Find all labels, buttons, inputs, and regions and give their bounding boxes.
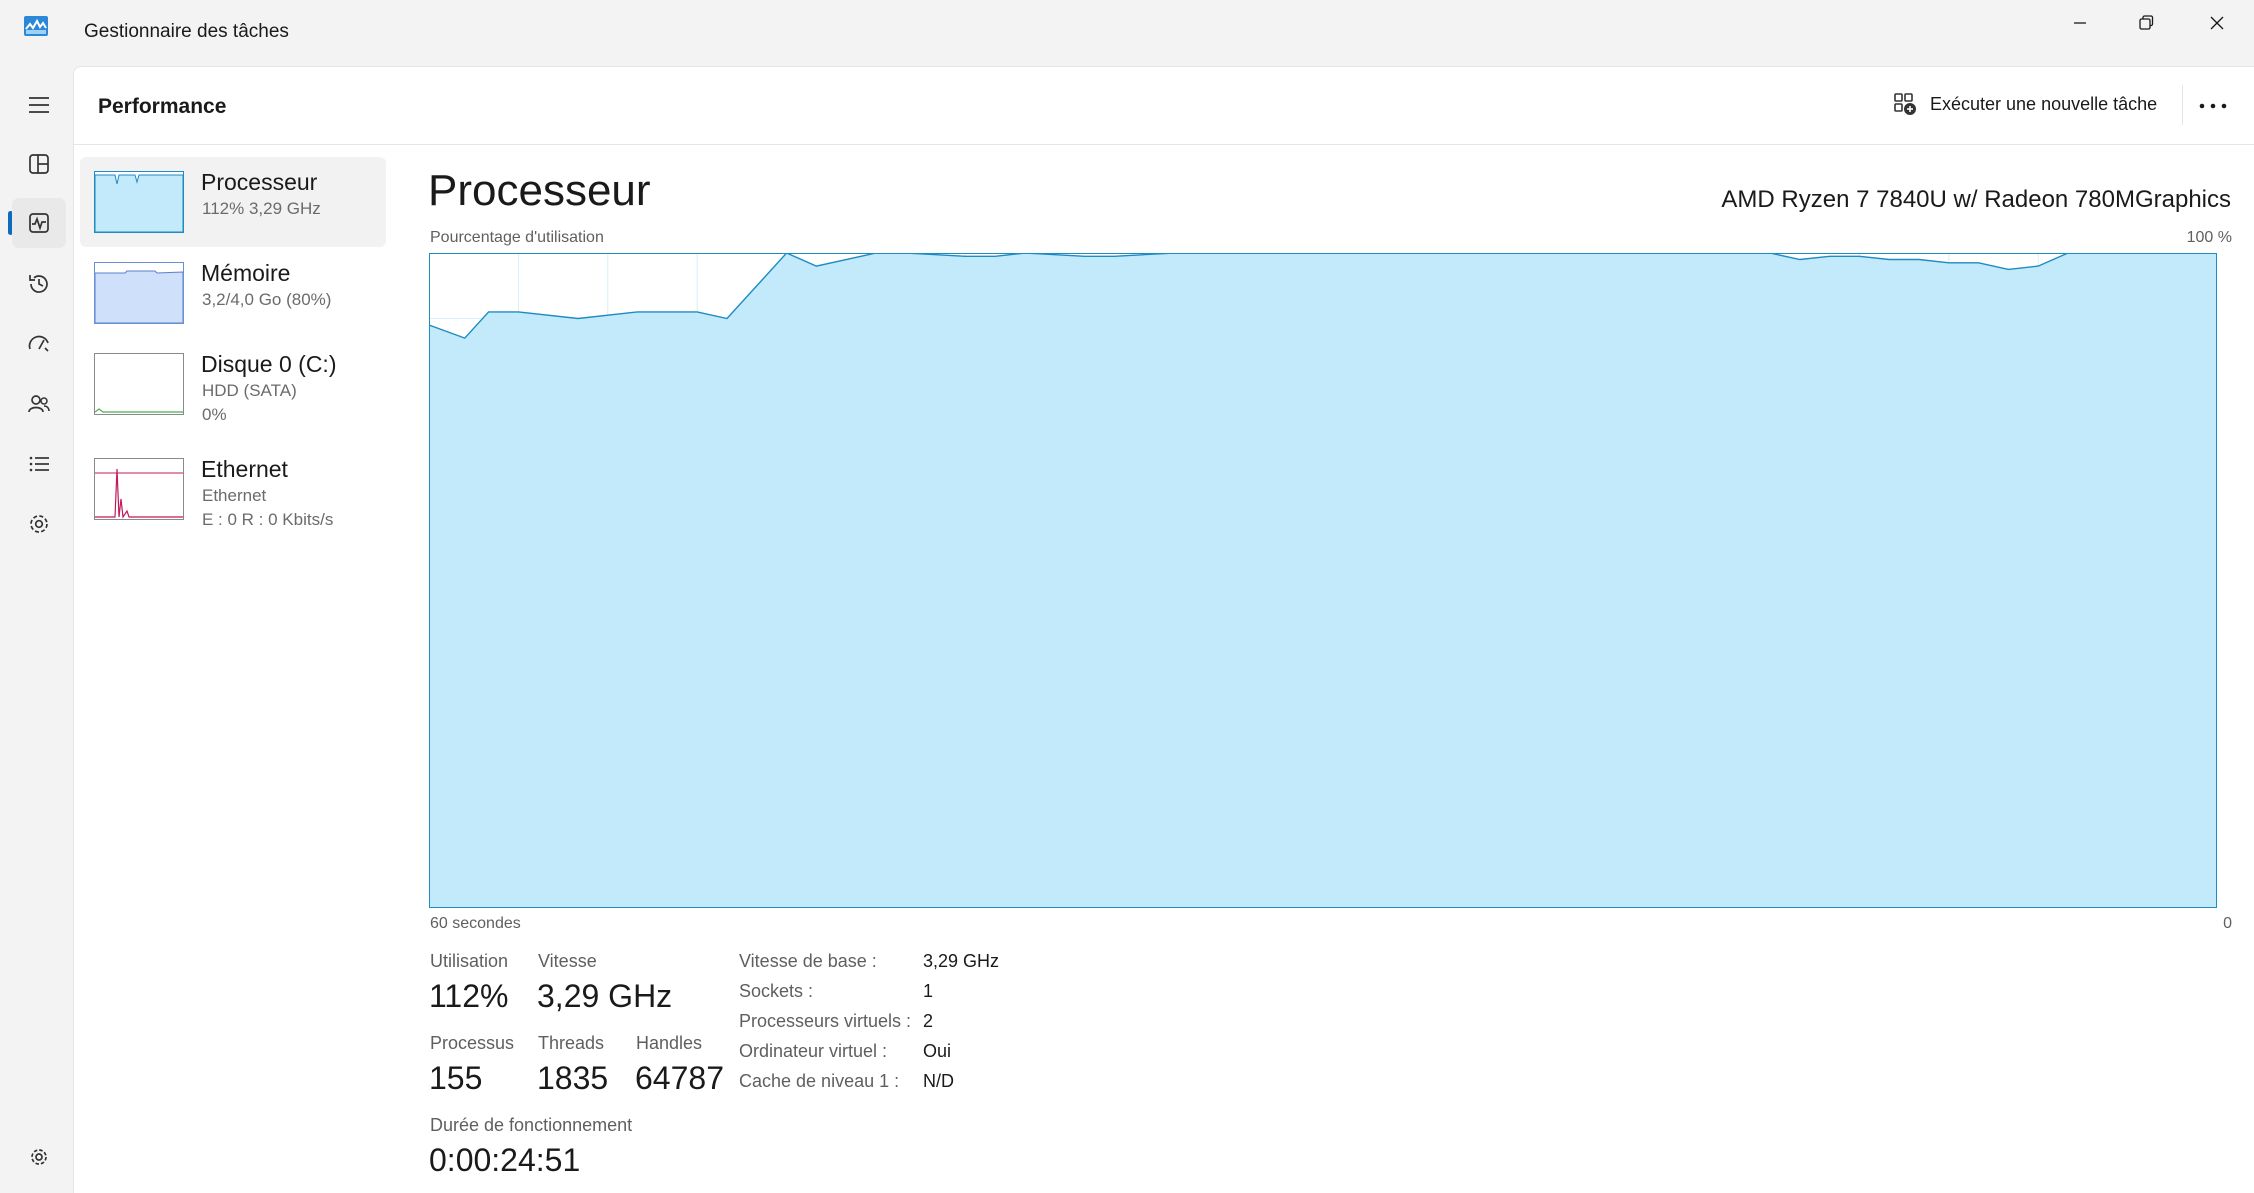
services-puzzle-icon <box>26 511 52 537</box>
cpu-usage-graph <box>429 253 2217 908</box>
cpu-usage-area <box>429 253 2217 908</box>
nav-startup-apps-button[interactable] <box>12 319 66 369</box>
stat-threads-value: 1835 <box>537 1060 608 1097</box>
page-header: Performance Exécuter une nouvelle tâche <box>74 67 2254 145</box>
minimize-icon <box>2071 14 2089 32</box>
nav-performance-button[interactable] <box>12 198 66 248</box>
device-disk[interactable]: Disque 0 (C:) HDD (SATA) 0% <box>80 339 386 429</box>
stat-vitesse-label: Vitesse <box>538 951 597 972</box>
history-clock-icon <box>26 271 52 297</box>
restore-icon <box>2137 14 2155 32</box>
stat-processus-value: 155 <box>429 1060 482 1097</box>
stat-handles-value: 64787 <box>635 1060 724 1097</box>
stat-uptime-label: Durée de fonctionnement <box>430 1115 632 1136</box>
close-button[interactable] <box>2184 4 2250 42</box>
restore-button[interactable] <box>2113 4 2179 42</box>
stat-utilisation-value: 112% <box>429 978 508 1015</box>
window-title: Gestionnaire des tâches <box>84 21 289 43</box>
device-throughput: E : 0 R : 0 Kbits/s <box>202 510 333 530</box>
hamburger-icon <box>26 92 52 118</box>
device-summary: 112% 3,29 GHz <box>202 199 321 219</box>
stat-vitesse-value: 3,29 GHz <box>537 978 672 1015</box>
memory-thumbnail-sparkline <box>95 263 183 323</box>
more-options-button[interactable] <box>2191 91 2235 121</box>
navigation-rail <box>0 66 72 1192</box>
spec-virtual-processors-label: Processeurs virtuels : <box>739 1011 911 1032</box>
stat-threads-label: Threads <box>538 1033 604 1054</box>
spec-base-speed-value: 3,29 GHz <box>923 951 999 972</box>
stat-utilisation-label: Utilisation <box>430 951 508 972</box>
cpu-thumbnail-graph <box>94 171 184 233</box>
stat-processus-label: Processus <box>430 1033 514 1054</box>
graph-max-label: 100 % <box>2187 229 2232 247</box>
ethernet-thumbnail-sparkline <box>95 459 183 519</box>
processes-grid-icon <box>26 151 52 177</box>
cpu-model: AMD Ryzen 7 7840U w/ Radeon 780MGraphics <box>1721 186 2231 214</box>
nav-details-button[interactable] <box>12 439 66 489</box>
nav-services-button[interactable] <box>12 499 66 549</box>
details-list-icon <box>26 451 52 477</box>
nav-users-button[interactable] <box>12 379 66 429</box>
startup-speedometer-icon <box>26 331 52 357</box>
spec-sockets-label: Sockets : <box>739 981 813 1002</box>
header-divider <box>2182 85 2183 125</box>
spec-l1-cache-label: Cache de niveau 1 : <box>739 1071 899 1092</box>
memory-thumbnail-graph <box>94 262 184 324</box>
spec-base-speed-label: Vitesse de base : <box>739 951 877 972</box>
device-memory[interactable]: Mémoire 3,2/4,0 Go (80%) <box>80 248 386 338</box>
run-new-task-button[interactable]: Exécuter une nouvelle tâche <box>1892 91 2157 117</box>
device-name: Mémoire <box>201 260 290 287</box>
graph-time-end: 0 <box>2223 915 2232 933</box>
close-icon <box>2208 14 2226 32</box>
device-name: Ethernet <box>201 456 288 483</box>
disk-thumbnail-graph <box>94 353 184 415</box>
device-usage: 0% <box>202 405 227 425</box>
device-name: Processeur <box>201 169 317 196</box>
title-bar: Gestionnaire des tâches <box>0 0 2254 66</box>
device-name: Disque 0 (C:) <box>201 351 336 378</box>
device-ethernet[interactable]: Ethernet Ethernet E : 0 R : 0 Kbits/s <box>80 444 386 534</box>
run-new-task-label: Exécuter une nouvelle tâche <box>1930 94 2157 115</box>
task-manager-app-icon <box>24 16 48 36</box>
users-icon <box>26 391 52 417</box>
graph-time-window: 60 secondes <box>430 915 521 933</box>
more-dots-icon <box>2198 102 2228 110</box>
cpu-thumbnail-sparkline <box>95 172 183 232</box>
run-task-icon <box>1892 91 1918 117</box>
graph-y-label: Pourcentage d'utilisation <box>430 229 604 247</box>
settings-gear-icon <box>26 1144 52 1170</box>
hamburger-menu-button[interactable] <box>12 80 66 130</box>
stat-uptime-value: 0:00:24:51 <box>429 1142 580 1179</box>
spec-virtual-machine-label: Ordinateur virtuel : <box>739 1041 887 1062</box>
nav-app-history-button[interactable] <box>12 259 66 309</box>
spec-sockets-value: 1 <box>923 981 933 1002</box>
nav-settings-button[interactable] <box>12 1132 66 1182</box>
device-cpu[interactable]: Processeur 112% 3,29 GHz <box>80 157 386 247</box>
device-type: HDD (SATA) <box>202 381 297 401</box>
stat-handles-label: Handles <box>636 1033 702 1054</box>
detail-title: Processeur <box>428 166 651 216</box>
cpu-usage-chart <box>429 253 2217 908</box>
performance-pulse-icon <box>26 210 52 236</box>
spec-virtual-machine-value: Oui <box>923 1041 951 1062</box>
page-title: Performance <box>98 95 226 119</box>
nav-processes-button[interactable] <box>12 139 66 189</box>
spec-virtual-processors-value: 2 <box>923 1011 933 1032</box>
disk-thumbnail-sparkline <box>95 354 183 414</box>
ethernet-thumbnail-graph <box>94 458 184 520</box>
spec-l1-cache-value: N/D <box>923 1071 954 1092</box>
device-adapter: Ethernet <box>202 486 266 506</box>
minimize-button[interactable] <box>2047 4 2113 42</box>
device-summary: 3,2/4,0 Go (80%) <box>202 290 331 310</box>
